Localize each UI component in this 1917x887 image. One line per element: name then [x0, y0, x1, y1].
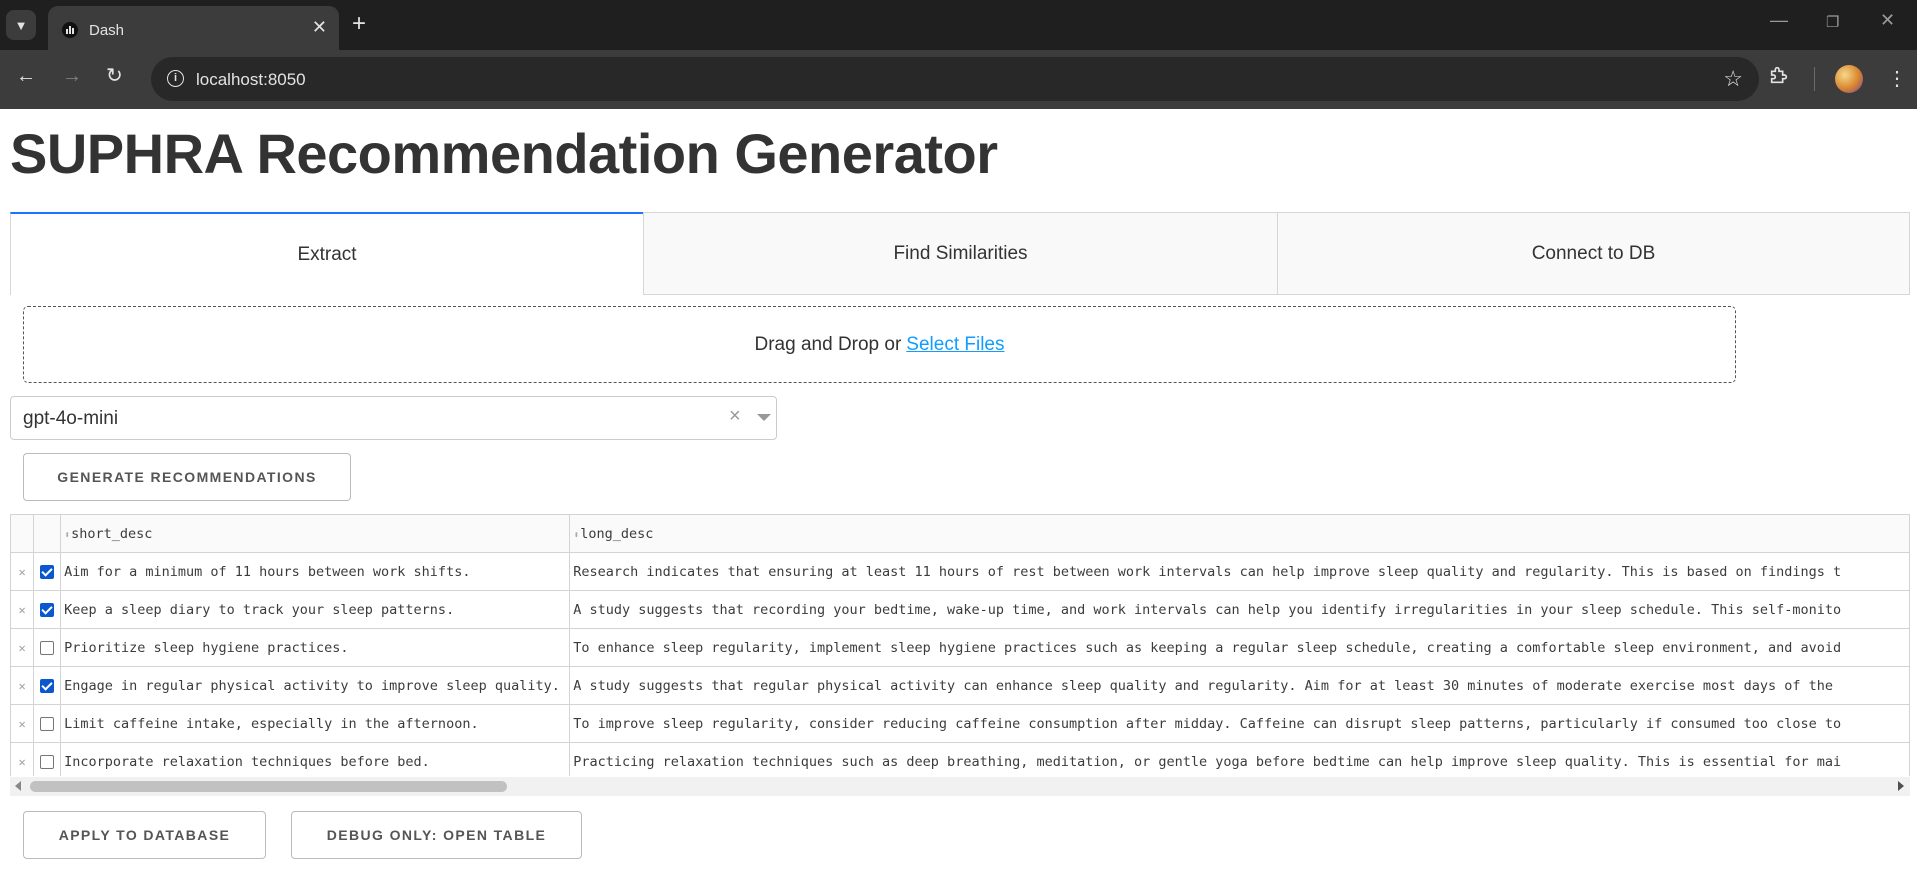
scrollbar-thumb[interactable]	[30, 781, 507, 792]
minimize-icon[interactable]: —	[1770, 10, 1788, 31]
chevron-down-icon[interactable]	[757, 414, 771, 421]
url-text[interactable]: localhost:8050	[196, 70, 306, 90]
delete-row-icon[interactable]: ✕	[18, 603, 25, 617]
clear-icon[interactable]: ×	[729, 405, 741, 428]
table-row: ✕ Engage in regular physical activity to…	[10, 666, 1910, 705]
kebab-menu-icon[interactable]: ⋮	[1887, 64, 1907, 94]
browser-tab-bar: ▼ Dash ✕ + — ❐ ✕	[0, 0, 1917, 50]
select-row-cell	[33, 704, 62, 743]
window-close-icon[interactable]: ✕	[1880, 10, 1895, 31]
table-row: ✕ Prioritize sleep hygiene practices. To…	[10, 628, 1910, 667]
delete-row-icon[interactable]: ✕	[18, 565, 25, 579]
page-title: SUPHRA Recommendation Generator	[10, 122, 998, 185]
short-desc-cell[interactable]: Prioritize sleep hygiene practices.	[60, 628, 571, 667]
select-files-link[interactable]: Select Files	[906, 334, 1004, 356]
long-desc-cell[interactable]: Practicing relaxation techniques such as…	[569, 742, 1910, 776]
select-row-cell	[33, 742, 62, 776]
short-desc-cell[interactable]: Aim for a minimum of 11 hours between wo…	[60, 552, 571, 591]
row-checkbox[interactable]	[40, 564, 55, 579]
delete-row-cell: ✕	[10, 704, 35, 743]
tab-search-icon[interactable]: ▼	[6, 10, 36, 40]
sort-icon[interactable]: ⬍	[573, 530, 579, 541]
table-row: ✕ Aim for a minimum of 11 hours between …	[10, 552, 1910, 591]
browser-tab[interactable]: Dash ✕	[48, 6, 339, 50]
file-upload-dropzone[interactable]: Drag and Drop or Select Files	[23, 306, 1736, 383]
table-row: ✕ Keep a sleep diary to track your sleep…	[10, 590, 1910, 629]
toolbar-divider	[1814, 67, 1815, 91]
column-header-short-desc[interactable]: ⬍short_desc	[60, 514, 571, 553]
reload-icon[interactable]: ↻	[106, 64, 123, 88]
select-row-cell	[33, 552, 62, 591]
delete-row-cell: ✕	[10, 552, 35, 591]
upload-prompt: Drag and Drop or	[754, 333, 902, 355]
browser-tab-title: Dash	[89, 22, 125, 39]
long-desc-cell[interactable]: A study suggests that recording your bed…	[569, 590, 1910, 629]
tab-connect-to-db[interactable]: Connect to DB	[1277, 212, 1910, 295]
browser-toolbar: ← → ↻ i localhost:8050 ☆ ⋮	[0, 50, 1917, 109]
column-label: long_desc	[580, 525, 654, 542]
restore-icon[interactable]: ❐	[1826, 13, 1839, 31]
scroll-left-icon[interactable]	[15, 781, 21, 791]
long-desc-cell[interactable]: To improve sleep regularity, consider re…	[569, 704, 1910, 743]
delete-row-cell: ✕	[10, 628, 35, 667]
tab-extract[interactable]: Extract	[10, 212, 644, 295]
long-desc-cell[interactable]: To enhance sleep regularity, implement s…	[569, 628, 1910, 667]
row-checkbox[interactable]	[40, 678, 55, 693]
select-row-cell	[33, 666, 62, 705]
delete-row-icon[interactable]: ✕	[18, 755, 25, 769]
long-desc-cell[interactable]: Research indicates that ensuring at leas…	[569, 552, 1910, 591]
model-dropdown-value: gpt-4o-mini	[23, 408, 119, 429]
long-desc-cell[interactable]: A study suggests that regular physical a…	[569, 666, 1910, 705]
table-row: ✕ Limit caffeine intake, especially in t…	[10, 704, 1910, 743]
row-checkbox[interactable]	[40, 602, 55, 617]
new-tab-icon[interactable]: +	[352, 10, 366, 38]
select-row-cell	[33, 628, 62, 667]
delete-row-icon[interactable]: ✕	[18, 641, 25, 655]
short-desc-cell[interactable]: Limit caffeine intake, especially in the…	[60, 704, 571, 743]
table-row: ✕ Incorporate relaxation techniques befo…	[10, 742, 1910, 776]
profile-avatar[interactable]	[1835, 65, 1863, 93]
dash-favicon-icon	[62, 22, 78, 38]
short-desc-cell[interactable]: Keep a sleep diary to track your sleep p…	[60, 590, 571, 629]
header-delete-cell	[10, 514, 35, 553]
delete-row-cell: ✕	[10, 666, 35, 705]
forward-arrow-icon[interactable]: →	[62, 64, 82, 88]
address-bar[interactable]: i localhost:8050 ☆	[151, 57, 1759, 101]
table-header-row: ⬍short_desc ⬍long_desc	[10, 514, 1910, 553]
row-checkbox[interactable]	[40, 754, 55, 769]
short-desc-cell[interactable]: Incorporate relaxation techniques before…	[60, 742, 571, 776]
row-checkbox[interactable]	[40, 716, 55, 731]
table-horizontal-scrollbar[interactable]	[10, 777, 1910, 796]
column-label: short_desc	[71, 525, 153, 542]
back-arrow-icon[interactable]: ←	[16, 64, 36, 88]
tab-find-similarities[interactable]: Find Similarities	[643, 212, 1278, 295]
apply-to-database-button[interactable]: Apply to Database	[23, 811, 266, 859]
bookmark-star-icon[interactable]: ☆	[1723, 66, 1743, 92]
short-desc-cell[interactable]: Engage in regular physical activity to i…	[60, 666, 571, 705]
debug-open-table-button[interactable]: Debug Only: Open Table	[291, 811, 582, 859]
model-dropdown[interactable]: gpt-4o-mini ×	[10, 396, 777, 440]
delete-row-icon[interactable]: ✕	[18, 717, 25, 731]
row-checkbox[interactable]	[40, 640, 55, 655]
sort-icon[interactable]: ⬍	[64, 530, 70, 541]
delete-row-icon[interactable]: ✕	[18, 679, 25, 693]
generate-recommendations-button[interactable]: Generate Recommendations	[23, 453, 351, 501]
delete-row-cell: ✕	[10, 590, 35, 629]
extensions-icon[interactable]	[1768, 64, 1790, 86]
site-info-icon[interactable]: i	[167, 70, 184, 87]
select-row-cell	[33, 590, 62, 629]
recommendations-table: ⬍short_desc ⬍long_desc ✕ Aim for a minim…	[10, 514, 1910, 776]
tab-strip: Extract Find Similarities Connect to DB	[10, 212, 1910, 295]
delete-row-cell: ✕	[10, 742, 35, 776]
header-select-cell	[33, 514, 62, 553]
scroll-right-icon[interactable]	[1898, 781, 1904, 791]
column-header-long-desc[interactable]: ⬍long_desc	[569, 514, 1910, 553]
close-icon[interactable]: ✕	[312, 17, 327, 37]
